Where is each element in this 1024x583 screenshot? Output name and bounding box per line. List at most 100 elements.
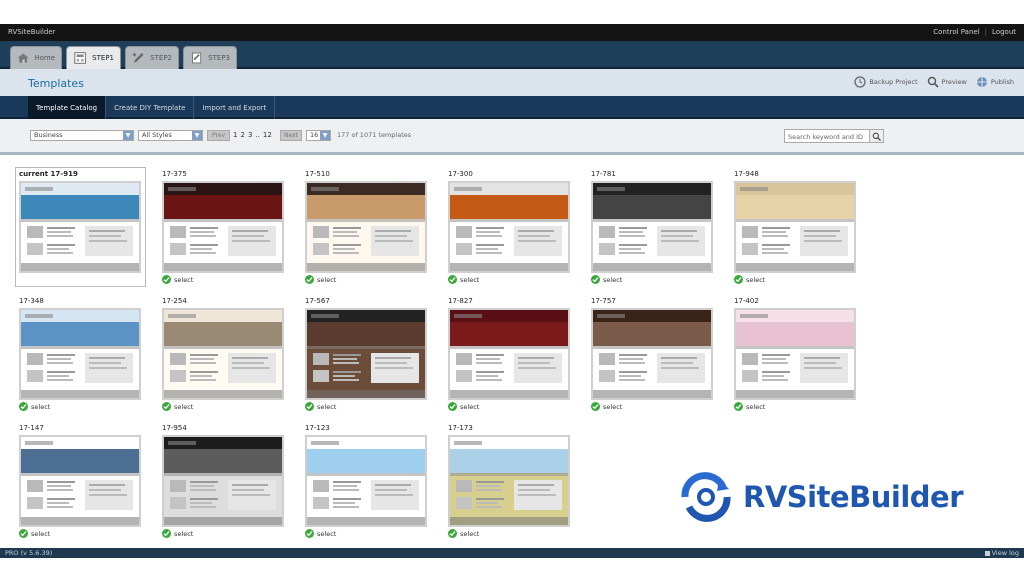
magnifier-icon [927,76,939,88]
subtab-bar: Template Catalog Create DIY Template Imp… [0,96,1024,119]
select-label: select [317,529,337,538]
template-thumbnail[interactable] [734,308,856,400]
select-template-button[interactable]: select [162,529,284,538]
select-label: select [174,529,194,538]
tab-label: STEP1 [92,54,114,62]
tab-label: STEP3 [208,54,230,62]
select-template-button[interactable]: select [305,529,427,538]
thumbnail-preview [593,310,711,398]
template-thumbnail[interactable] [305,308,427,400]
publish-icon [192,52,202,64]
search-input[interactable]: Search keyword and ID [784,129,870,143]
select-template-button[interactable]: select [305,402,427,411]
select-template-button[interactable]: select [162,402,284,411]
thumbnail-preview [21,310,139,398]
template-thumbnail[interactable] [19,435,141,527]
check-circle-icon [305,529,314,538]
template-thumbnail[interactable] [162,308,284,400]
select-template-button[interactable]: select [19,529,141,538]
app-name: RVSiteBuilder [8,28,56,36]
select-template-button[interactable]: select [591,275,713,284]
tab-home[interactable]: Home [10,46,62,69]
next-button[interactable]: Next [280,130,302,141]
version-text: PRO (v 5.6.39) [5,549,53,557]
backup-project-button[interactable]: Backup Project [854,76,918,88]
select-label: select [174,275,194,284]
template-id: current 17-919 [19,170,78,178]
page-link[interactable]: 1 [233,131,237,139]
template-id: 17-300 [448,170,473,178]
select-label: select [746,275,766,284]
check-circle-icon [19,402,28,411]
check-circle-icon [591,275,600,284]
view-log-label: View log [991,549,1019,557]
template-card: 17-348 select [19,297,141,411]
thumbnail-preview [307,183,425,271]
style-select[interactable]: All Styles ▼ [138,130,203,141]
page-link[interactable]: 12 [263,131,272,139]
category-select[interactable]: Business ▼ [30,130,134,141]
thumbnail-preview [307,310,425,398]
select-template-button[interactable]: select [591,402,713,411]
publish-button[interactable]: Publish [976,76,1014,88]
tab-step1[interactable]: STEP1 [66,46,121,69]
tab-create-diy-template[interactable]: Create DIY Template [106,96,195,119]
edit-icon [132,53,144,63]
preview-button[interactable]: Preview [927,76,967,88]
template-thumbnail[interactable] [305,181,427,273]
template-thumbnail[interactable] [734,181,856,273]
control-panel-link[interactable]: Control Panel [933,28,979,36]
view-log-link[interactable]: View log [984,549,1019,557]
template-thumbnail[interactable] [162,435,284,527]
subtab-list: Template Catalog Create DIY Template Imp… [28,96,276,119]
select-template-button[interactable]: select [19,402,141,411]
template-count: 177 of 1071 templates [337,131,412,139]
template-card: 17-375 select [162,170,284,284]
tab-import-export[interactable]: Import and Export [194,96,276,119]
template-id: 17-402 [734,297,759,305]
tab-step3[interactable]: STEP3 [183,46,237,69]
select-template-button[interactable]: select [448,275,570,284]
select-template-button[interactable]: select [162,275,284,284]
tab-label: Home [34,54,55,62]
template-thumbnail[interactable] [591,181,713,273]
select-template-button[interactable]: select [734,402,856,411]
template-thumbnail[interactable] [19,181,141,273]
select-template-button[interactable]: select [305,275,427,284]
template-id: 17-827 [448,297,473,305]
template-id: 17-348 [19,297,44,305]
search-button[interactable] [870,129,884,143]
backup-icon [854,76,867,88]
template-id: 17-173 [448,424,473,432]
template-thumbnail[interactable] [591,308,713,400]
template-thumbnail[interactable] [162,181,284,273]
template-thumbnail[interactable] [448,181,570,273]
check-circle-icon [448,402,457,411]
per-page-select[interactable]: 16 ▼ [306,130,331,141]
page-link[interactable]: 3 [248,131,252,139]
tab-template-catalog[interactable]: Template Catalog [28,96,107,119]
thumbnail-preview [450,437,568,525]
select-template-button[interactable]: select [448,529,570,538]
pagination: 1 2 3 .. 12 [233,131,272,139]
select-template-button[interactable]: select [448,402,570,411]
template-thumbnail[interactable] [305,435,427,527]
select-template-button[interactable]: select [734,275,856,284]
check-circle-icon [448,275,457,284]
thumbnail-preview [450,183,568,271]
template-id: 17-757 [591,297,616,305]
template-card: 17-567 select [305,297,427,411]
thumbnail-preview [593,183,711,271]
logout-link[interactable]: Logout [992,28,1016,36]
thumbnail-preview [164,310,282,398]
page-link[interactable]: 2 [240,131,244,139]
template-thumbnail[interactable] [19,308,141,400]
template-thumbnail[interactable] [448,308,570,400]
template-icon [74,52,86,64]
template-thumbnail[interactable] [448,435,570,527]
prev-button[interactable]: Prev [207,130,230,141]
template-card: 17-510 select [305,170,427,284]
select-label: select [603,402,623,411]
check-circle-icon [448,529,457,538]
tab-step2[interactable]: STEP2 [125,46,179,69]
